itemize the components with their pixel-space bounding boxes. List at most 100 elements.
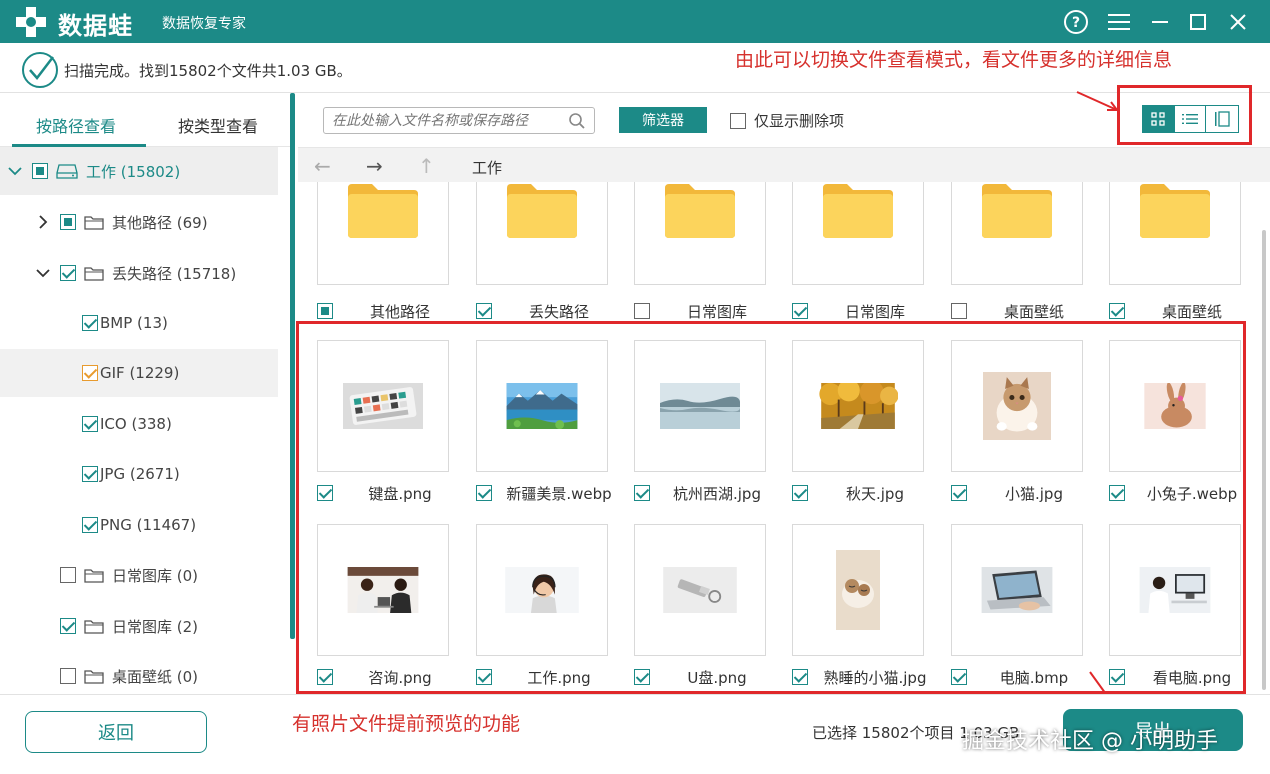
tree-item-checkbox[interactable]: [60, 618, 76, 634]
tree-item-label: ICO (338): [100, 415, 172, 433]
search-input[interactable]: [324, 108, 554, 133]
content-scrollbar[interactable]: [1262, 230, 1266, 690]
tree-item[interactable]: 其他路径 (69): [0, 198, 278, 246]
left-scrollbar[interactable]: [290, 93, 295, 639]
folder-label: 丢失路径: [476, 300, 626, 322]
help-button[interactable]: ?: [1062, 8, 1090, 36]
tab-by-type[interactable]: 按类型查看: [178, 113, 258, 137]
breadcrumb[interactable]: 工作: [472, 157, 502, 178]
forward-arrow-icon[interactable]: →: [366, 154, 383, 178]
tree-item[interactable]: 日常图库 (2): [0, 602, 278, 650]
tree-item-label: GIF (1229): [100, 364, 180, 382]
annotation-preview: 有照片文件提前预览的功能: [292, 713, 521, 735]
folder-checkbox[interactable]: [317, 303, 333, 319]
folder-icon: [823, 182, 893, 242]
back-button[interactable]: 返回: [25, 711, 207, 753]
tree-item[interactable]: ICO (338): [0, 400, 278, 448]
footer: 返回 有照片文件提前预览的功能 已选择 15802个项目 1.03 GB 导出 …: [0, 694, 1270, 774]
annotation-view-mode: 由此可以切换文件查看模式，看文件更多的详细信息: [735, 49, 1173, 71]
folder-card[interactable]: [476, 182, 608, 285]
folder-icon: [665, 182, 735, 242]
search-box: [323, 107, 595, 134]
folder-icon: [84, 618, 104, 634]
only-deleted-toggle[interactable]: 仅显示删除项: [730, 110, 844, 131]
annotation-arrow-icon: [1076, 91, 1118, 111]
brand-name: 数据蛙: [58, 12, 133, 40]
folder-card[interactable]: [317, 182, 449, 285]
minimize-icon: [1152, 21, 1168, 23]
tree-item[interactable]: 日常图库 (0): [0, 551, 278, 599]
maximize-button[interactable]: [1184, 8, 1212, 36]
folder-name: 丢失路径: [528, 302, 589, 321]
folder-label: 日常图库: [634, 300, 784, 322]
only-deleted-checkbox[interactable]: [730, 112, 746, 129]
tree-item[interactable]: 丢失路径 (15718): [0, 249, 278, 297]
folder-label: 桌面壁纸: [951, 300, 1101, 322]
folder-icon: [982, 182, 1052, 242]
folder-card[interactable]: [1109, 182, 1241, 285]
minimize-button[interactable]: [1146, 8, 1174, 36]
folder-name: 日常图库: [844, 302, 905, 321]
tree-item-label: PNG (11467): [100, 516, 197, 534]
app-subtitle: 数据恢复专家: [162, 16, 246, 32]
tree-item-checkbox[interactable]: [82, 416, 98, 432]
folder-card[interactable]: [634, 182, 766, 285]
folder-icon: [348, 182, 418, 242]
tree-item-checkbox[interactable]: [60, 214, 76, 230]
folder-checkbox[interactable]: [476, 303, 492, 319]
up-arrow-icon[interactable]: ↑: [418, 154, 435, 178]
tree-item-label: JPG (2671): [100, 465, 180, 483]
tree-item-checkbox[interactable]: [82, 315, 98, 331]
folder-checkbox[interactable]: [634, 303, 650, 319]
chevron-down-icon[interactable]: [36, 266, 50, 280]
folder-name: 桌面壁纸: [1003, 302, 1064, 321]
folder-icon: [1140, 182, 1210, 242]
filter-button[interactable]: 筛选器: [619, 107, 707, 133]
annotation-box-view-mode: [1117, 85, 1252, 145]
tree-item-label: 工作 (15802): [86, 162, 181, 181]
folder-checkbox[interactable]: [1109, 303, 1125, 319]
view-tabs: 按路径查看 按类型查看: [0, 93, 290, 147]
folder-card[interactable]: [792, 182, 924, 285]
folder-label: 其他路径: [317, 300, 467, 322]
tree-item[interactable]: PNG (11467): [0, 501, 278, 549]
chevron-down-icon[interactable]: [8, 164, 22, 178]
title-bar: 数据蛙 数据恢复专家 ?: [0, 0, 1270, 43]
tree-item-checkbox[interactable]: [82, 365, 98, 381]
folder-label: 桌面壁纸: [1109, 300, 1259, 322]
back-arrow-icon[interactable]: ←: [314, 154, 331, 178]
tree-item-label: BMP (13): [100, 314, 168, 332]
tree-item[interactable]: BMP (13): [0, 299, 278, 347]
tree-item-checkbox[interactable]: [60, 265, 76, 281]
folder-icon: [507, 182, 577, 242]
chevron-right-icon[interactable]: [36, 215, 50, 229]
tree-item-checkbox[interactable]: [60, 668, 76, 684]
only-deleted-label: 仅显示删除项: [754, 112, 845, 130]
tree-item-label: 日常图库 (2): [112, 617, 199, 636]
tree-item[interactable]: GIF (1229): [0, 349, 278, 397]
folder-checkbox[interactable]: [792, 303, 808, 319]
folder-card[interactable]: [951, 182, 1083, 285]
tree-item[interactable]: JPG (2671): [0, 450, 278, 498]
search-icon[interactable]: [568, 112, 586, 130]
maximize-icon: [1190, 14, 1206, 30]
tree-item-checkbox[interactable]: [60, 567, 76, 583]
left-panel: 按路径查看 按类型查看 工作 (15802) 其他路径 (69) 丢失路径 (157…: [0, 93, 290, 693]
annotation-box-preview: [296, 321, 1246, 694]
menu-button[interactable]: [1105, 8, 1133, 36]
help-icon: ?: [1064, 10, 1088, 34]
folder-icon: [84, 668, 104, 684]
scan-status-text: 扫描完成。找到15802个文件共1.03 GB。: [64, 62, 352, 80]
folder-name: 桌面壁纸: [1161, 302, 1222, 321]
tree-item[interactable]: 桌面壁纸 (0): [0, 652, 278, 700]
tree-item-checkbox[interactable]: [82, 466, 98, 482]
close-button[interactable]: [1224, 8, 1252, 36]
folder-checkbox[interactable]: [951, 303, 967, 319]
tree-item-label: 日常图库 (0): [112, 566, 199, 585]
tree-item[interactable]: 工作 (15802): [0, 147, 278, 195]
tab-by-path[interactable]: 按路径查看: [36, 113, 116, 137]
tree-item-checkbox[interactable]: [32, 163, 48, 179]
folder-name: 其他路径: [369, 302, 430, 321]
tree-item-checkbox[interactable]: [82, 517, 98, 533]
folder-name: 日常图库: [686, 302, 747, 321]
